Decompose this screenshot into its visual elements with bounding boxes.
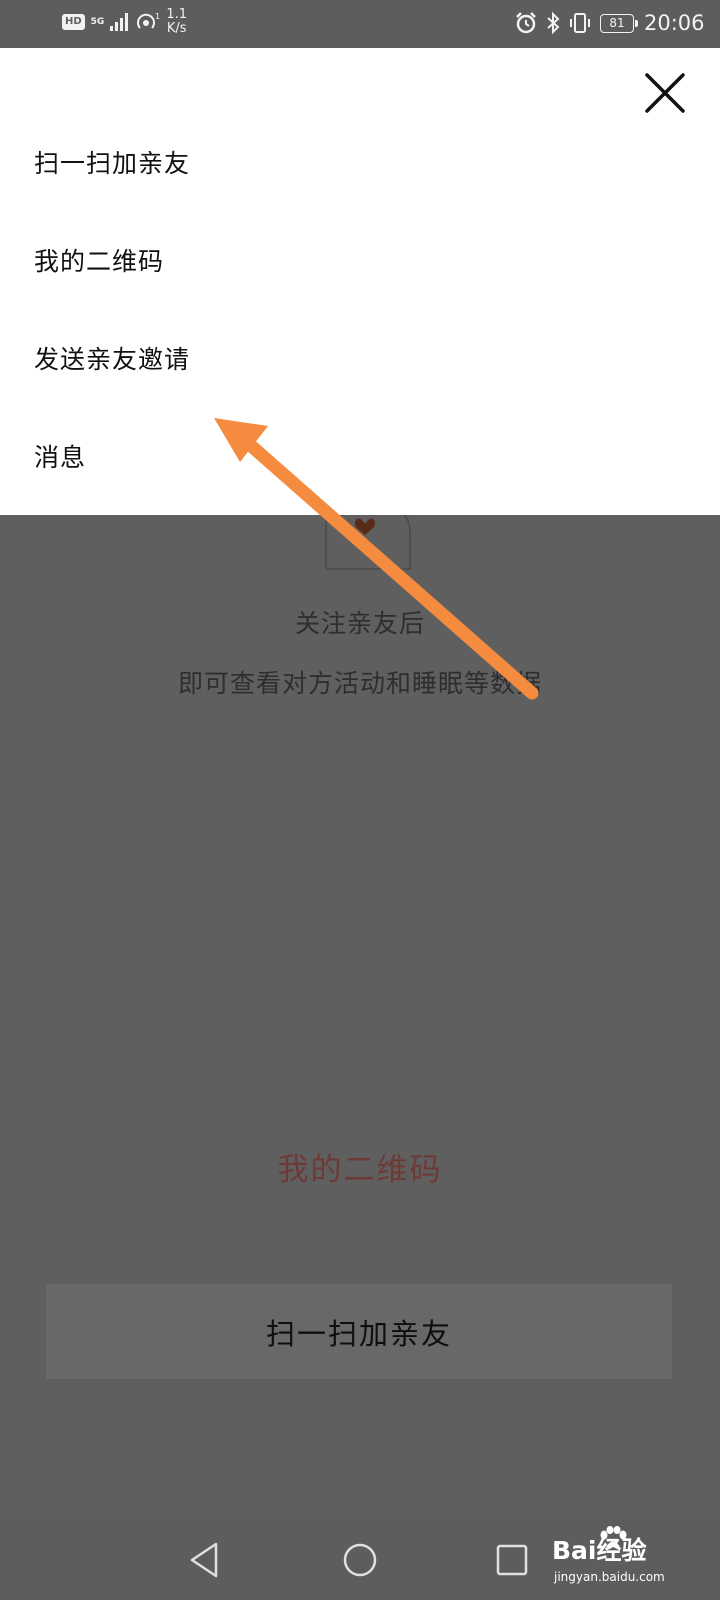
speed-value: 1.1: [166, 7, 188, 22]
hotspot-icon: 1: [137, 12, 160, 29]
baidu-watermark: Bai经验 jingyan.baidu.com: [552, 1526, 710, 1588]
close-icon[interactable]: [644, 72, 686, 114]
empty-state-subtitle: 即可查看对方活动和睡眠等数据: [177, 669, 542, 698]
menu-item-messages[interactable]: 消息: [34, 428, 86, 488]
friends-illustration: [325, 505, 411, 570]
empty-state-title: 关注亲友后: [294, 609, 425, 638]
alarm-icon: [516, 12, 536, 34]
menu-item-my-qr-code[interactable]: 我的二维码: [34, 232, 164, 292]
scan-add-friend-button[interactable]: 扫一扫加亲友: [46, 1284, 672, 1379]
hd-badge: HD: [62, 14, 85, 30]
vibrate-icon: [570, 13, 590, 33]
signal-icon: [110, 13, 129, 31]
home-icon[interactable]: [338, 1538, 382, 1582]
clock: 20:06: [644, 11, 705, 35]
menu-item-scan-add-friend[interactable]: 扫一扫加亲友: [34, 134, 190, 194]
back-icon[interactable]: [184, 1538, 228, 1582]
my-qr-code-link[interactable]: 我的二维码: [0, 1144, 720, 1189]
watermark-brand: Bai经验: [552, 1536, 647, 1565]
network-type: 5G: [90, 16, 105, 27]
bluetooth-icon: [547, 11, 560, 35]
speed-unit: K/s: [166, 21, 187, 36]
status-left: HD 5G 1 1.1 K/s: [62, 8, 187, 36]
recents-icon[interactable]: [490, 1538, 534, 1582]
menu-item-send-invite[interactable]: 发送亲友邀请: [34, 330, 190, 390]
network-speed: 1.1 K/s: [166, 8, 187, 36]
watermark-url: jingyan.baidu.com: [554, 1570, 665, 1584]
svg-text:1: 1: [155, 12, 160, 21]
battery-indicator: 81: [600, 13, 638, 33]
status-right: 81 20:06: [514, 11, 705, 35]
status-bar: HD 5G 1 1.1 K/s 81 20:06: [0, 0, 720, 48]
